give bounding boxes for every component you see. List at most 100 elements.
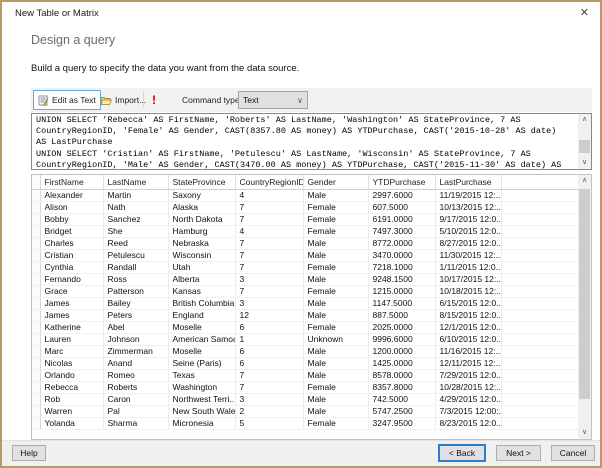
grid-cell-filler xyxy=(501,237,578,250)
table-row[interactable]: Nicolas Anand Seine (Paris) 6 Male 1425.0000 1… xyxy=(32,357,578,370)
scroll-down-icon[interactable]: ∨ xyxy=(578,427,591,439)
query-scrollbar-thumb[interactable] xyxy=(579,140,590,153)
grid-cell-filler xyxy=(501,417,578,430)
toolbar-separator xyxy=(143,91,144,108)
chevron-down-icon: ∨ xyxy=(297,96,303,105)
grid-cell: 742.5000 xyxy=(368,393,436,406)
cancel-button[interactable]: Cancel xyxy=(551,445,595,461)
query-results-grid: FirstName LastName StateProvince CountryReg… xyxy=(31,174,592,440)
table-row[interactable]: Alison Nath Alaska 7 Female 607.5000 10/13/201… xyxy=(32,201,578,214)
table-row[interactable]: Warren Pal New South Wales 2 Male 5747.2500 7/… xyxy=(32,405,578,418)
grid-cell: Male xyxy=(303,273,369,286)
column-header-lastname: LastName xyxy=(103,175,169,190)
table-row[interactable]: Marc Zimmerman Moselle 6 Male 1200.0000 11/16/… xyxy=(32,345,578,358)
grid-cell: 2997.6000 xyxy=(368,189,436,202)
grid-cell-filler xyxy=(501,369,578,382)
grid-cell: Moselle xyxy=(168,345,236,358)
row-header-corner xyxy=(32,175,41,190)
row-header xyxy=(32,417,41,430)
back-button[interactable]: < Back xyxy=(439,445,485,461)
grid-scrollbar-thumb[interactable] xyxy=(579,189,590,399)
grid-cell: 6 xyxy=(235,345,304,358)
query-text[interactable]: UNION SELECT 'Rebecca' AS FirstName, 'Ro… xyxy=(32,114,578,169)
table-row[interactable]: Cynthia Randall Utah 7 Female 7218.1000 1/11/2… xyxy=(32,261,578,274)
edit-as-text-button[interactable]: Edit as Text xyxy=(33,90,101,110)
grid-cell: 2 xyxy=(235,405,304,418)
grid-cell: Hamburg xyxy=(168,225,236,238)
grid-cell: Charles xyxy=(40,237,104,250)
grid-cell: Alison xyxy=(40,201,104,214)
grid-cell: Saxony xyxy=(168,189,236,202)
table-row[interactable]: Grace Patterson Kansas 7 Female 1215.0000 10/1… xyxy=(32,285,578,298)
grid-cell: James xyxy=(40,297,104,310)
grid-cell-filler xyxy=(501,249,578,262)
grid-cell-filler xyxy=(501,333,578,346)
grid-cell: Female xyxy=(303,321,369,334)
help-button[interactable]: Help xyxy=(12,445,46,461)
grid-cell: Male xyxy=(303,369,369,382)
grid-cell: 8/23/2015 12:0... xyxy=(435,417,502,430)
row-header xyxy=(32,297,41,310)
table-row[interactable]: Katherine Abel Moselle 6 Female 2025.0000 12/1… xyxy=(32,321,578,334)
table-row[interactable]: Yolanda Sharma Micronesia 5 Female 3247.9500 8… xyxy=(32,417,578,430)
scroll-up-icon[interactable]: ∧ xyxy=(578,114,591,126)
grid-cell: 8/27/2015 12:0... xyxy=(435,237,502,250)
grid-cell: 10/17/2015 12:... xyxy=(435,273,502,286)
row-header xyxy=(32,189,41,202)
grid-cell: Micronesia xyxy=(168,417,236,430)
run-query-icon[interactable]: ! xyxy=(148,90,160,110)
query-text-editor[interactable]: UNION SELECT 'Rebecca' AS FirstName, 'Ro… xyxy=(31,113,592,170)
row-header xyxy=(32,261,41,274)
grid-cell: 5 xyxy=(235,417,304,430)
query-designer-toolbar: Edit as Text Import... ! Command type: T… xyxy=(31,88,592,112)
table-row[interactable]: Rob Caron Northwest Terri... 3 Male 742.5000 4… xyxy=(32,393,578,406)
grid-cell: 8578.0000 xyxy=(368,369,436,382)
column-header-countryregionid: CountryRegionID xyxy=(235,175,304,190)
grid-cell: 1147.5000 xyxy=(368,297,436,310)
table-row[interactable]: James Peters England 12 Male 887.5000 8/15/201… xyxy=(32,309,578,322)
grid-cell: 7/3/2015 12:00:... xyxy=(435,405,502,418)
grid-cell: 9996.6000 xyxy=(368,333,436,346)
grid-cell: 3470.0000 xyxy=(368,249,436,262)
table-row[interactable]: Bobby Sanchez North Dakota 7 Female 6191.0000… xyxy=(32,213,578,226)
table-row[interactable]: Orlando Romeo Texas 7 Male 8578.0000 7/29/2015… xyxy=(32,369,578,382)
query-scrollbar[interactable]: ∧ ∨ xyxy=(578,114,591,169)
row-header xyxy=(32,309,41,322)
grid-cell: 4 xyxy=(235,225,304,238)
grid-cell: Sharma xyxy=(103,417,169,430)
grid-cell-filler xyxy=(501,225,578,238)
grid-cell: Reed xyxy=(103,237,169,250)
table-row[interactable]: Charles Reed Nebraska 7 Male 8772.0000 8/27/20… xyxy=(32,237,578,250)
row-header xyxy=(32,273,41,286)
row-header xyxy=(32,285,41,298)
next-button[interactable]: Next > xyxy=(496,445,541,461)
table-row[interactable]: Fernando Ross Alberta 3 Male 9248.1500 10/17/2… xyxy=(32,273,578,286)
grid-cell: 1/11/2015 12:0... xyxy=(435,261,502,274)
grid-cell: American Samoa xyxy=(168,333,236,346)
grid-cell: Female xyxy=(303,225,369,238)
close-icon[interactable]: ✕ xyxy=(580,6,589,20)
table-row[interactable]: Lauren Johnson American Samoa 1 Unknown 9996.… xyxy=(32,333,578,346)
table-row[interactable]: Cristian Petulescu Wisconsin 7 Male 3470.0000… xyxy=(32,249,578,262)
grid-cell: Alexander xyxy=(40,189,104,202)
table-row[interactable]: Bridget She Hamburg 4 Female 7497.3000 5/10/20… xyxy=(32,225,578,238)
grid-cell: 607.5000 xyxy=(368,201,436,214)
grid-body: Alexander Martin Saxony 4 Male 2997.6000 11/19… xyxy=(32,189,578,430)
grid-cell-filler xyxy=(501,357,578,370)
grid-cell: 7 xyxy=(235,381,304,394)
grid-cell: 4/29/2015 12:0... xyxy=(435,393,502,406)
command-type-select[interactable]: Text ∨ xyxy=(238,91,308,109)
table-row[interactable]: Rebecca Roberts Washington 7 Female 8357.8000… xyxy=(32,381,578,394)
row-header xyxy=(32,225,41,238)
table-row[interactable]: Alexander Martin Saxony 4 Male 2997.6000 11/19… xyxy=(32,189,578,202)
grid-scrollbar[interactable]: ∧ ∨ xyxy=(578,175,591,439)
grid-cell-filler xyxy=(501,405,578,418)
grid-cell: Male xyxy=(303,345,369,358)
grid-cell: 12 xyxy=(235,309,304,322)
grid-cell: 11/19/2015 12:... xyxy=(435,189,502,202)
scroll-up-icon[interactable]: ∧ xyxy=(578,175,591,187)
scroll-down-icon[interactable]: ∨ xyxy=(578,157,591,169)
row-header xyxy=(32,369,41,382)
table-row[interactable]: James Bailey British Columbia 3 Male 1147.500… xyxy=(32,297,578,310)
grid-cell: 12/1/2015 12:0... xyxy=(435,321,502,334)
